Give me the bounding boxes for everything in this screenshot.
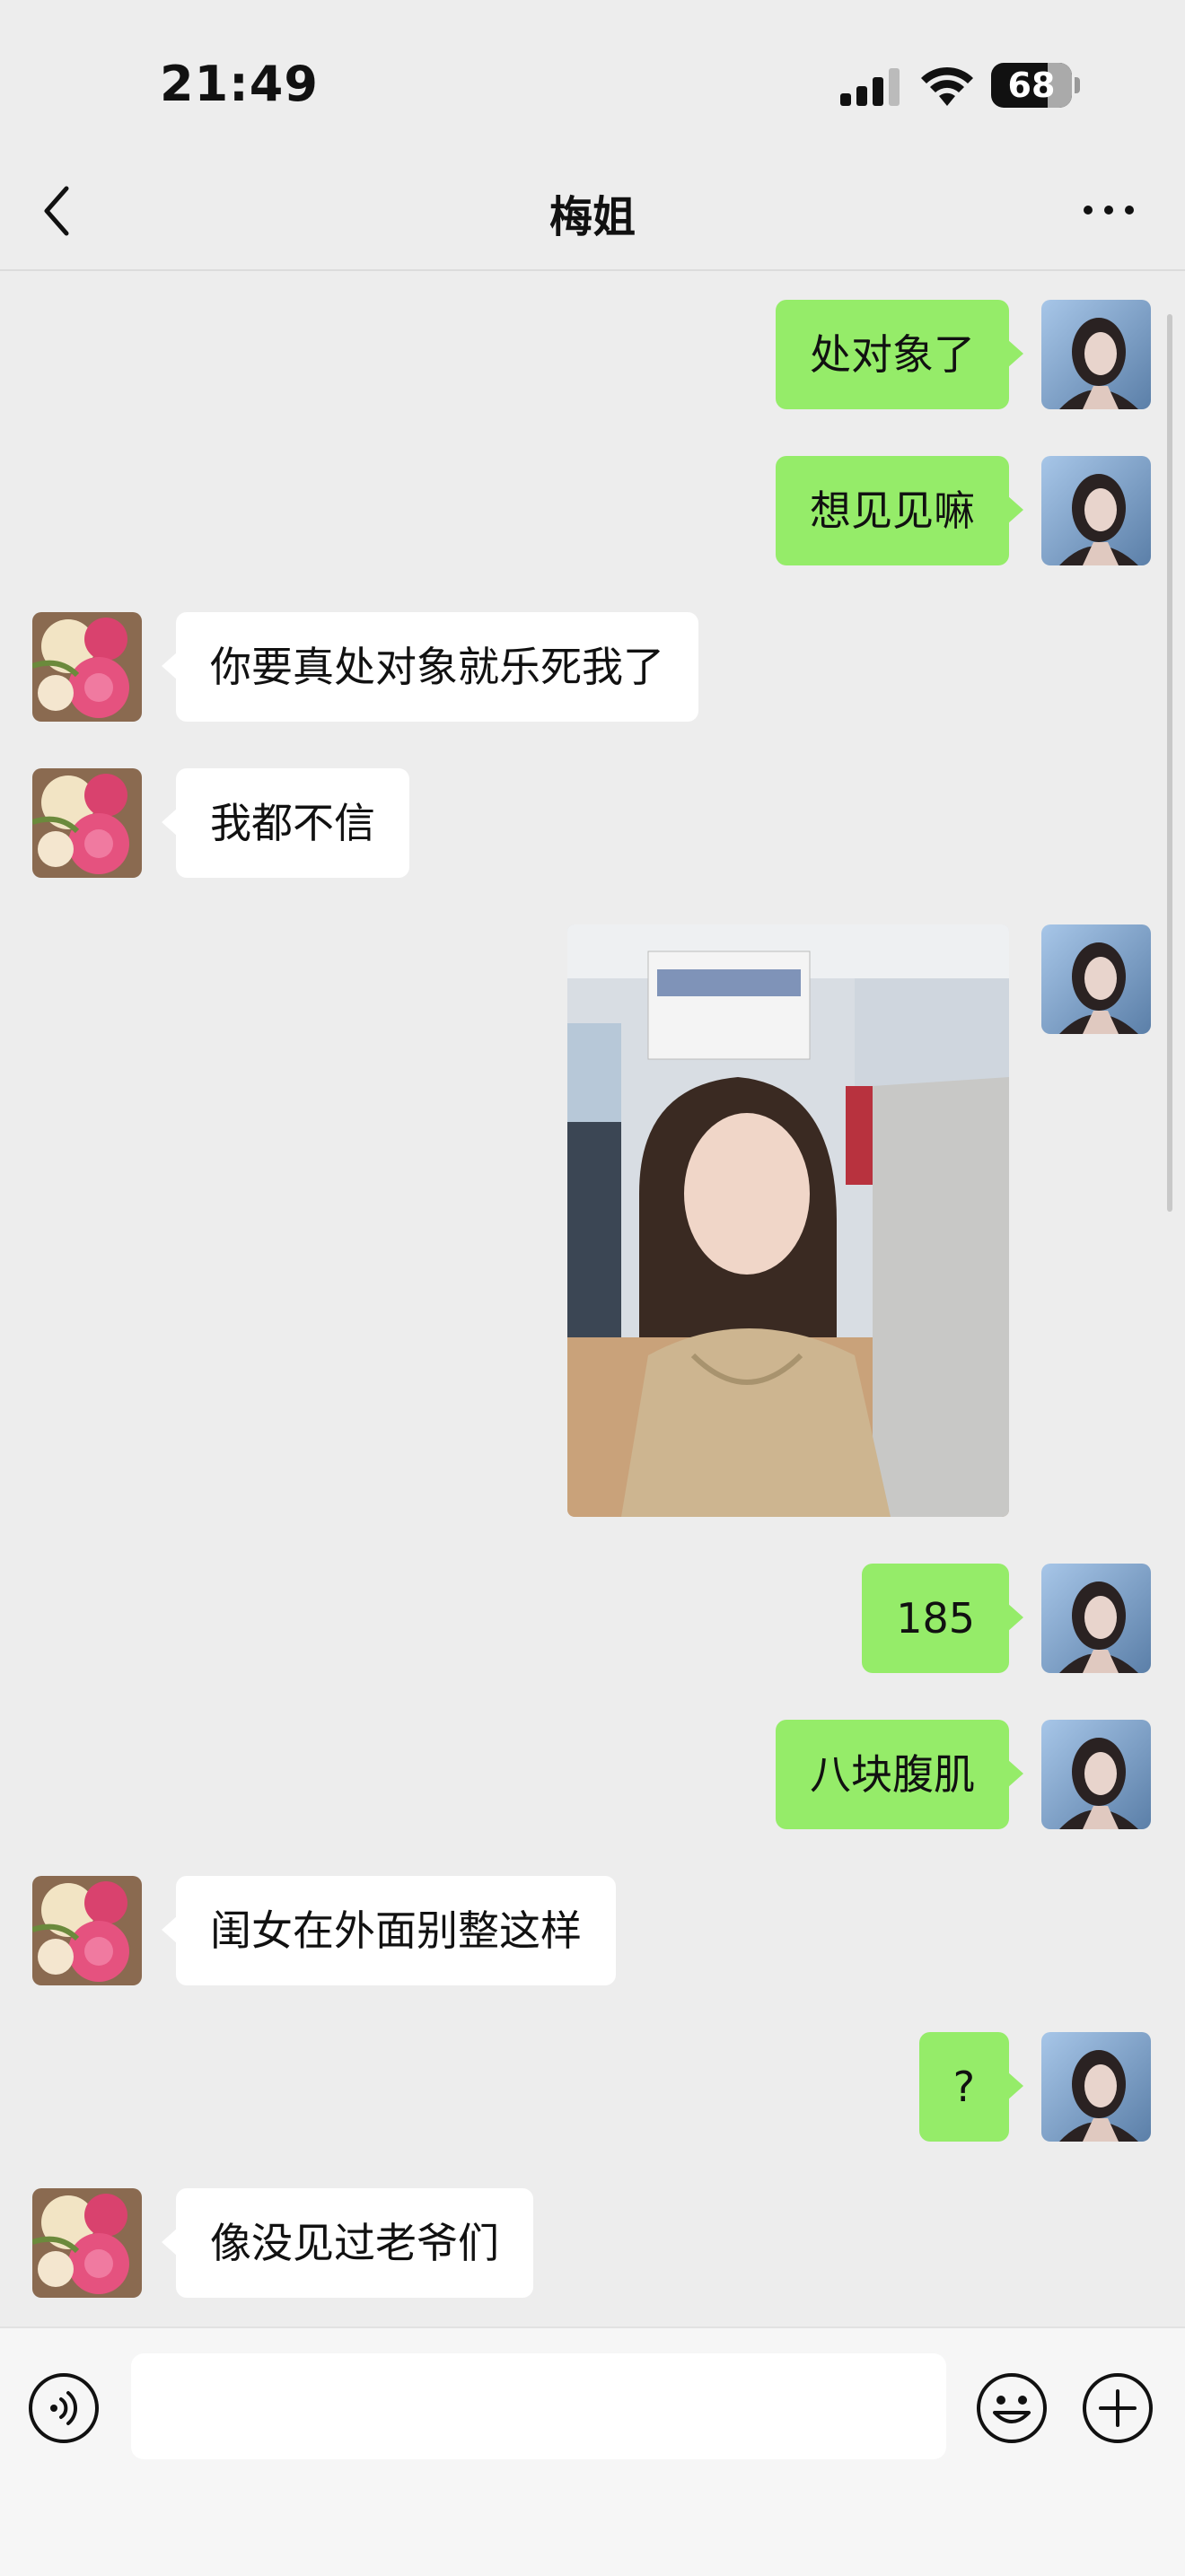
status-time: 21:49 [160,56,319,112]
message-bubble-sent[interactable]: 处对象了 [776,300,1023,409]
message-bubble-received[interactable]: 你要真处对象就乐死我了 [162,612,698,722]
battery-icon: 68 [991,63,1072,108]
message-input[interactable] [131,2353,946,2459]
contact-avatar[interactable] [32,612,142,722]
status-bar: 21:49 68 [0,0,1185,153]
contact-avatar[interactable] [32,768,142,878]
cellular-signal-icon [840,66,900,106]
voice-icon[interactable] [27,2371,101,2445]
self-avatar[interactable] [1041,1564,1151,1673]
battery-tip [1075,77,1080,93]
self-avatar[interactable] [1041,2032,1151,2142]
message-bubble-sent[interactable]: 八块腹肌 [776,1720,1023,1829]
battery-level: 68 [1007,66,1056,105]
input-bar [0,2326,1185,2576]
self-avatar[interactable] [1041,1720,1151,1829]
message-bubble-received[interactable]: 闺女在外面别整这样 [162,1876,616,1985]
contact-avatar[interactable] [32,2188,142,2298]
contact-avatar[interactable] [32,1876,142,1985]
message-bubble-sent[interactable]: ? [918,2032,1024,2142]
self-avatar[interactable] [1041,924,1151,1034]
message-bubble-received[interactable]: 像没见过老爷们 [162,2188,533,2298]
message-list[interactable]: 处对象了 想见见嘛 你要真处对象就乐死我了 我都不信 185 八块腹肌 闺女在外… [0,269,1185,2325]
message-bubble-received[interactable]: 我都不信 [162,768,409,878]
message-image[interactable] [567,924,1009,1517]
self-avatar[interactable] [1041,456,1151,565]
wifi-icon [921,66,973,106]
message-bubble-sent[interactable]: 想见见嘛 [776,456,1023,565]
plus-icon[interactable] [1081,2371,1154,2445]
scrollbar[interactable] [1167,314,1172,1212]
chat-title: 梅姐 [549,192,636,242]
ellipsis-icon[interactable] [1077,192,1140,228]
emoji-icon[interactable] [975,2371,1049,2445]
chat-header: 梅姐 [0,153,1185,271]
self-avatar[interactable] [1041,300,1151,409]
message-bubble-sent[interactable]: 185 [862,1564,1023,1673]
